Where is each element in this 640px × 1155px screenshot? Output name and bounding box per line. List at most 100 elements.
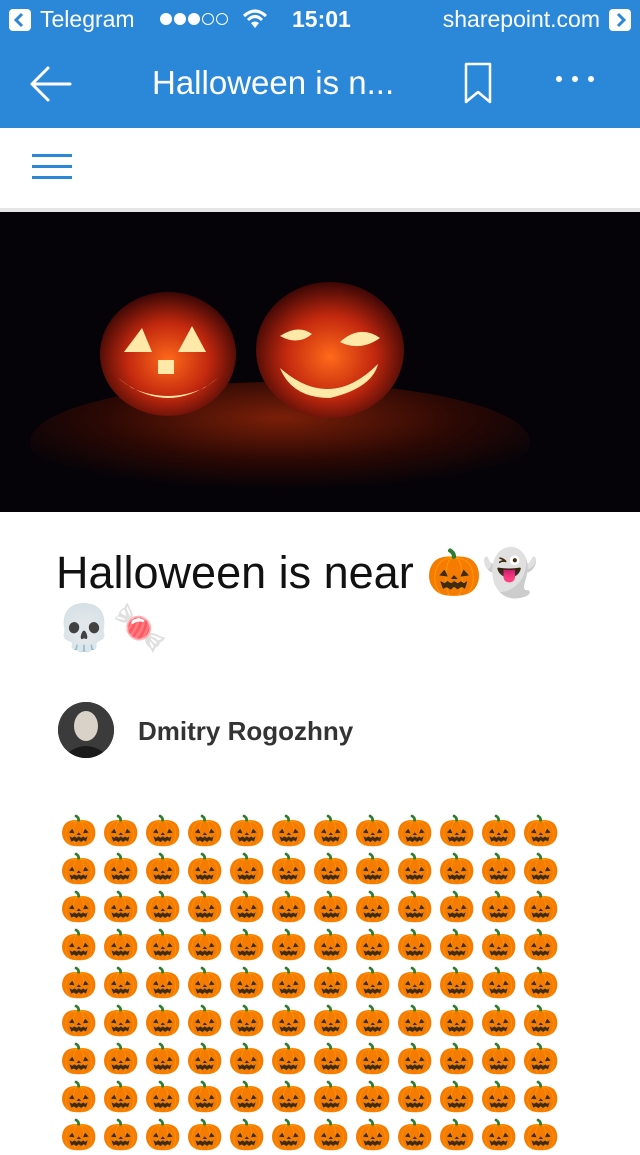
pumpkin-emoji: 🎃 [186, 853, 224, 886]
pumpkin-emoji: 🎃 [522, 1043, 560, 1076]
pumpkin-emoji: 🎃 [312, 853, 350, 886]
pumpkin-emoji: 🎃 [60, 929, 98, 962]
site-nav-bar [0, 128, 640, 212]
hero-image [0, 212, 640, 512]
pumpkin-emoji: 🎃 [522, 1119, 560, 1152]
pumpkin-emoji: 🎃 [354, 1005, 392, 1038]
pumpkin-emoji: 🎃 [396, 1081, 434, 1114]
pumpkin-emoji: 🎃 [522, 929, 560, 962]
pumpkin-emoji: 🎃 [522, 967, 560, 1000]
jack-o-lantern-image [30, 282, 530, 502]
pumpkin-emoji: 🎃 [60, 1081, 98, 1114]
pumpkin-emoji: 🎃 [102, 1005, 140, 1038]
pumpkin-emoji: 🎃 [60, 1043, 98, 1076]
pumpkin-emoji: 🎃 [312, 1081, 350, 1114]
status-url[interactable]: sharepoint.com [443, 6, 600, 33]
pumpkin-emoji: 🎃 [186, 929, 224, 962]
pumpkin-emoji: 🎃 [522, 815, 560, 848]
pumpkin-emoji: 🎃 [270, 1119, 308, 1152]
pumpkin-emoji: 🎃 [228, 891, 266, 924]
status-app-name[interactable]: Telegram [40, 6, 135, 33]
pumpkin-emoji: 🎃 [396, 1005, 434, 1038]
back-to-app-icon[interactable] [9, 9, 31, 31]
pumpkin-emoji: 🎃 [228, 1005, 266, 1038]
pumpkin-emoji: 🎃 [438, 1081, 476, 1114]
pumpkin-emoji: 🎃 [144, 1081, 182, 1114]
pumpkin-emoji: 🎃 [228, 967, 266, 1000]
back-arrow-icon[interactable] [28, 64, 74, 104]
pumpkin-emoji: 🎃 [312, 1043, 350, 1076]
pumpkin-emoji: 🎃 [480, 1119, 518, 1152]
pumpkin-emoji: 🎃 [354, 1043, 392, 1076]
pumpkin-emoji: 🎃 [102, 1043, 140, 1076]
pumpkin-emoji: 🎃 [228, 815, 266, 848]
pumpkin-emoji: 🎃 [228, 929, 266, 962]
pumpkin-emoji: 🎃 [438, 1119, 476, 1152]
pumpkin-emoji: 🎃 [312, 815, 350, 848]
status-time: 15:01 [292, 6, 351, 32]
pumpkin-emoji: 🎃 [270, 967, 308, 1000]
pumpkin-emoji: 🎃 [480, 815, 518, 848]
pumpkin-emoji: 🎃 [522, 891, 560, 924]
pumpkin-emoji: 🎃 [354, 929, 392, 962]
pumpkin-emoji: 🎃 [522, 853, 560, 886]
pumpkin-emoji: 🎃 [438, 815, 476, 848]
pumpkin-emoji: 🎃 [312, 1119, 350, 1152]
page-title: Halloween is n... [152, 64, 395, 101]
author-name[interactable]: Dmitry Rogozhny [138, 716, 353, 747]
pumpkin-emoji: 🎃 [354, 967, 392, 1000]
pumpkin-emoji: 🎃 [396, 967, 434, 1000]
pumpkin-emoji: 🎃 [396, 1119, 434, 1152]
status-bar: Telegram 15:01 sharepoint.com [0, 0, 640, 40]
pumpkin-emoji: 🎃 [144, 853, 182, 886]
pumpkin-emoji: 🎃 [438, 929, 476, 962]
pumpkin-emoji: 🎃 [144, 891, 182, 924]
forward-to-site-icon[interactable] [609, 9, 631, 31]
pumpkin-emoji: 🎃 [312, 967, 350, 1000]
pumpkin-emoji: 🎃 [228, 1119, 266, 1152]
pumpkin-emoji: 🎃 [186, 891, 224, 924]
pumpkin-emoji: 🎃 [354, 1119, 392, 1152]
article-title: Halloween is near 🎃👻💀🍬 [56, 547, 539, 653]
pumpkin-emoji: 🎃 [354, 853, 392, 886]
hamburger-menu-icon[interactable] [32, 154, 72, 180]
pumpkin-emoji: 🎃 [102, 891, 140, 924]
pumpkin-emoji: 🎃 [60, 891, 98, 924]
pumpkin-emoji: 🎃 [186, 1119, 224, 1152]
pumpkin-emoji: 🎃 [480, 1005, 518, 1038]
more-icon[interactable] [556, 76, 594, 82]
pumpkin-emoji: 🎃 [144, 967, 182, 1000]
pumpkin-emoji: 🎃 [396, 929, 434, 962]
pumpkin-emoji: 🎃 [438, 967, 476, 1000]
pumpkin-emoji: 🎃 [354, 891, 392, 924]
pumpkin-emoji: 🎃 [270, 929, 308, 962]
bookmark-icon[interactable] [464, 62, 494, 106]
signal-strength-icon [160, 13, 228, 25]
pumpkin-emoji: 🎃 [396, 815, 434, 848]
pumpkin-emoji: 🎃 [186, 1005, 224, 1038]
pumpkin-emoji: 🎃 [186, 815, 224, 848]
pumpkin-emoji: 🎃 [102, 929, 140, 962]
pumpkin-emoji: 🎃 [60, 815, 98, 848]
pumpkin-emoji: 🎃 [228, 1043, 266, 1076]
pumpkin-emoji: 🎃 [480, 967, 518, 1000]
pumpkin-emoji: 🎃 [102, 853, 140, 886]
article-body-emoji-grid: 🎃 🎃 🎃 🎃 🎃 🎃 🎃 🎃 🎃 🎃 🎃 🎃 🎃 🎃 🎃 🎃 🎃 🎃 🎃 🎃 🎃 🎃 🎃 🎃 🎃 🎃 🎃 🎃 🎃 🎃 🎃 🎃 🎃 🎃 🎃 🎃 🎃 🎃 🎃 🎃… [58, 813, 562, 1155]
pumpkin-emoji: 🎃 [144, 929, 182, 962]
pumpkin-emoji: 🎃 [144, 1043, 182, 1076]
pumpkin-emoji: 🎃 [60, 1005, 98, 1038]
pumpkin-emoji: 🎃 [270, 891, 308, 924]
avatar[interactable] [58, 702, 114, 758]
pumpkin-emoji: 🎃 [312, 891, 350, 924]
app-toolbar: Halloween is n... [0, 40, 640, 128]
pumpkin-emoji: 🎃 [354, 1081, 392, 1114]
pumpkin-emoji: 🎃 [102, 1081, 140, 1114]
pumpkin-emoji: 🎃 [102, 967, 140, 1000]
pumpkin-emoji: 🎃 [396, 891, 434, 924]
pumpkin-emoji: 🎃 [270, 853, 308, 886]
pumpkin-emoji: 🎃 [228, 1081, 266, 1114]
pumpkin-emoji: 🎃 [480, 891, 518, 924]
pumpkin-emoji: 🎃 [438, 1005, 476, 1038]
pumpkin-emoji: 🎃 [438, 853, 476, 886]
pumpkin-emoji: 🎃 [186, 1043, 224, 1076]
